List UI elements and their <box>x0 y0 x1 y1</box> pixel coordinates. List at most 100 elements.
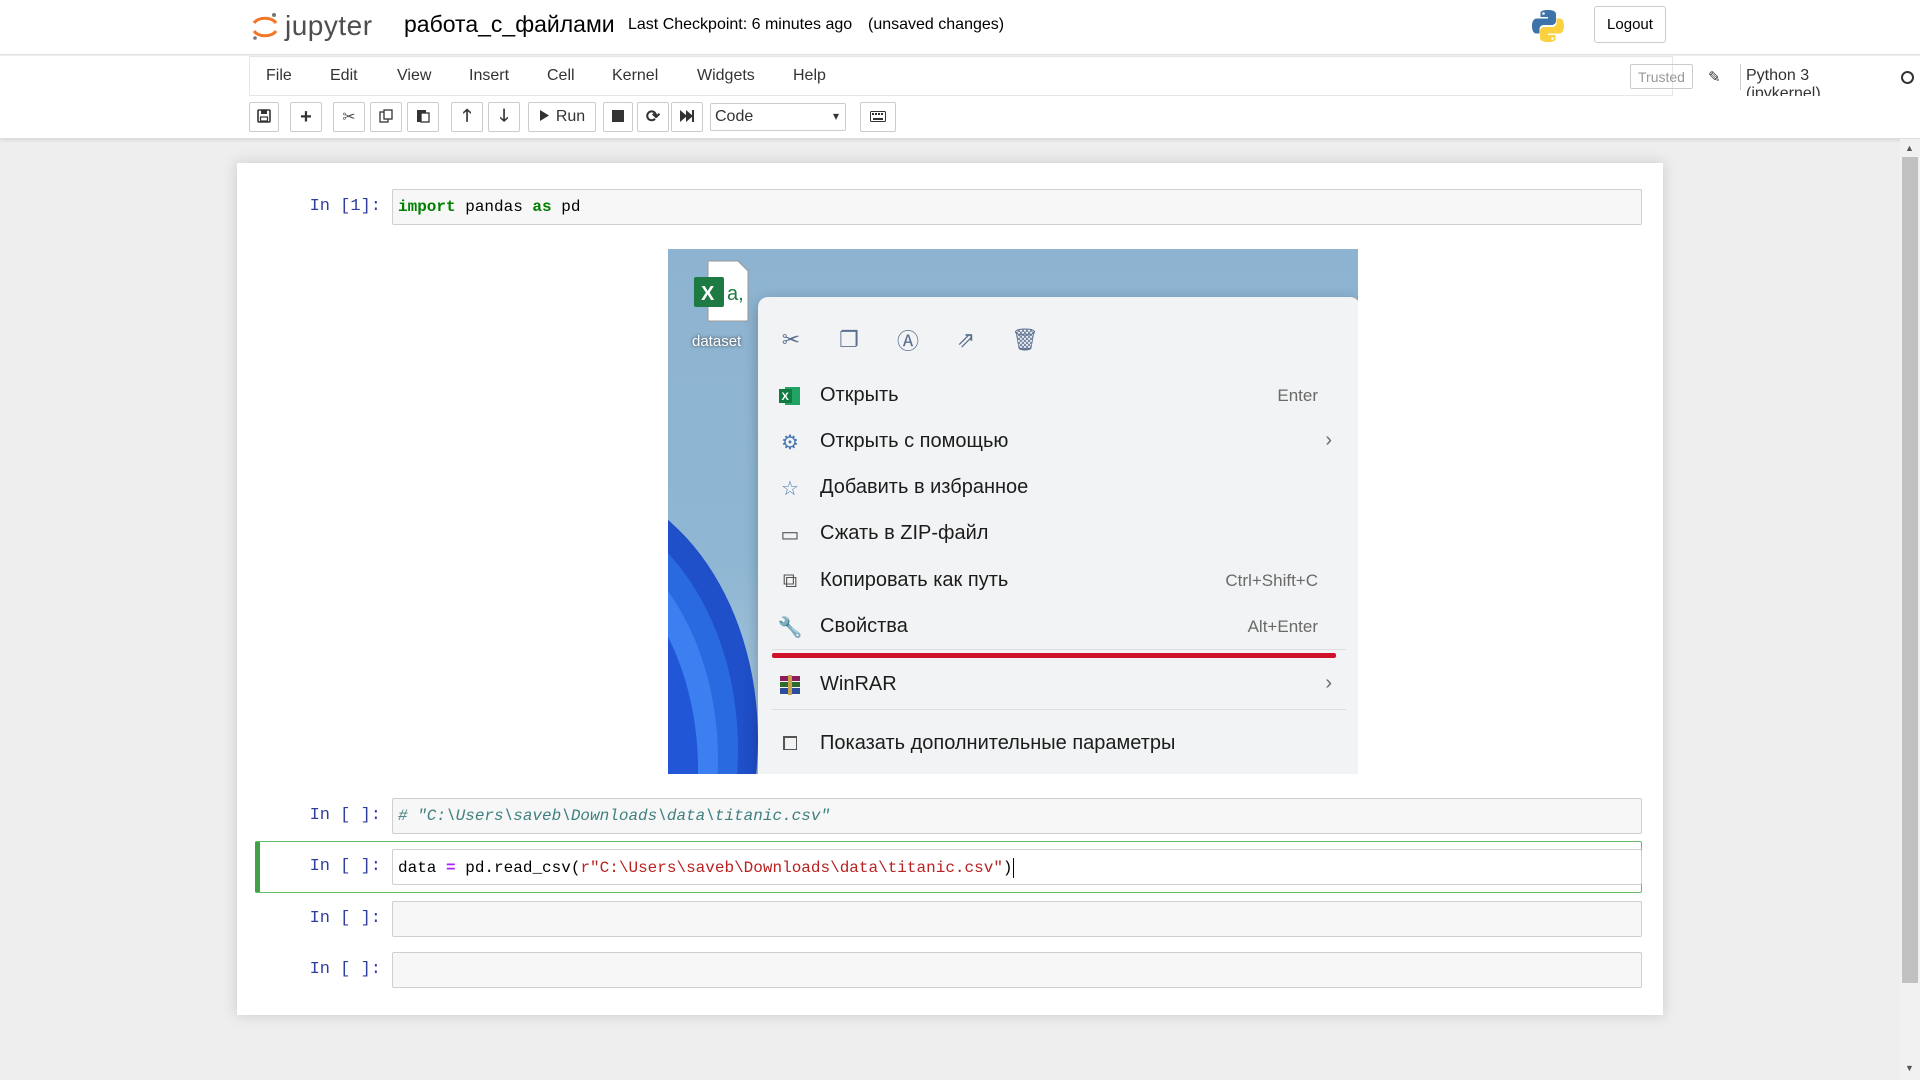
zip-icon: ▭ <box>780 523 800 546</box>
cut-icon: ✂ <box>342 109 356 126</box>
code-cell[interactable]: In [1]: import pandas as pd <box>257 189 1642 225</box>
svg-text:X: X <box>782 391 790 403</box>
context-menu-divider <box>772 709 1346 710</box>
menu-help[interactable]: Help <box>793 67 826 85</box>
restart-run-all-button[interactable] <box>671 102 703 132</box>
code-keyword: as <box>532 198 552 216</box>
menu-cell[interactable]: Cell <box>547 67 575 85</box>
context-menu-label: Копировать как путь <box>820 569 1009 591</box>
logout-button[interactable]: Logout <box>1594 6 1666 43</box>
cut-button[interactable]: ✂ <box>333 102 365 132</box>
context-menu-quick-actions: ✂ ❐ Ⓐ ⇗ 🗑 <box>758 325 1358 365</box>
svg-text:a,: a, <box>727 283 744 305</box>
cell-prompt: In [ ]: <box>309 857 381 876</box>
star-icon: ☆ <box>781 477 799 500</box>
code-input[interactable]: import pandas as pd <box>392 189 1642 225</box>
cell-prompt: In [1]: <box>309 197 381 216</box>
menu-widgets[interactable]: Widgets <box>697 67 755 85</box>
copy-path-icon: ⧉ <box>782 569 798 592</box>
play-icon <box>539 109 550 125</box>
open-with-icon: ⚙ <box>781 431 799 454</box>
trusted-badge[interactable]: Trusted <box>1630 64 1693 89</box>
copy-button[interactable] <box>370 102 402 132</box>
context-menu-label: Показать дополнительные параметры <box>820 732 1176 754</box>
code-cell-selected[interactable]: In [ ]: data = pd.read_csv(r"C:\Users\sa… <box>257 849 1642 885</box>
context-menu-label: Свойства <box>820 615 908 637</box>
python-logo-icon <box>1530 8 1566 44</box>
code-input[interactable] <box>392 901 1642 937</box>
kernel-separator <box>1740 64 1741 90</box>
arrow-down-icon: 🡓 <box>499 105 509 125</box>
run-button[interactable]: Run <box>528 102 596 132</box>
move-down-button[interactable]: 🡓 <box>488 102 520 132</box>
scroll-down-arrow-icon[interactable]: ▼ <box>1905 1063 1914 1073</box>
context-menu-label: WinRAR <box>820 673 897 695</box>
fast-forward-icon <box>680 109 694 125</box>
excel-icon: X <box>778 384 802 408</box>
copy-icon <box>379 108 393 126</box>
page-scrollbar[interactable]: ▲ ▼ <box>1900 139 1920 1080</box>
copy-icon: ❐ <box>839 327 859 352</box>
menubar: File Edit View Insert Cell Kernel Widget… <box>0 56 1920 102</box>
cut-icon: ✂ <box>781 327 801 352</box>
menu-insert[interactable]: Insert <box>469 67 509 85</box>
context-menu: ✂ ❐ Ⓐ ⇗ 🗑 X Открыть Enter ⚙ Открыть с по… <box>758 297 1358 774</box>
scroll-up-arrow-icon[interactable]: ▲ <box>1905 143 1914 153</box>
save-button[interactable] <box>249 102 279 132</box>
text-cursor <box>1012 858 1014 878</box>
notebook-container: In [1]: import pandas as pd X a, dataset… <box>237 163 1663 1015</box>
context-menu-item-open-with: ⚙ Открыть с помощью › <box>758 421 1358 461</box>
code-cell[interactable]: In [ ]: # "C:\Users\saveb\Downloads\data… <box>257 798 1642 834</box>
insert-cell-button[interactable]: + <box>290 102 322 132</box>
restart-icon: ⟳ <box>645 107 661 126</box>
rename-icon: Ⓐ <box>896 329 919 354</box>
context-menu-item-more-options: ⧠ Показать дополнительные параметры <box>758 723 1358 763</box>
menu-file[interactable]: File <box>266 67 292 85</box>
cell-type-value: Code <box>715 108 754 125</box>
embedded-context-menu-image: X a, dataset ✂ ❐ Ⓐ ⇗ 🗑 X Открыть Enter ⚙ <box>668 249 1358 774</box>
context-menu-shortcut: Alt+Enter <box>1247 617 1318 636</box>
scrollbar-thumb[interactable] <box>1902 157 1918 983</box>
code-cell[interactable]: In [ ]: <box>257 901 1642 937</box>
context-menu-label: Добавить в избранное <box>820 476 1029 498</box>
restart-button[interactable]: ⟳ <box>637 102 669 132</box>
paste-icon <box>416 108 430 126</box>
cell-prompt: In [ ]: <box>309 806 381 825</box>
code-string: r"C:\Users\saveb\Downloads\data\titanic.… <box>580 859 1003 878</box>
move-up-button[interactable]: 🡑 <box>451 102 483 132</box>
keyboard-icon <box>870 109 886 125</box>
file-label: dataset <box>692 333 742 350</box>
stop-icon <box>612 109 624 125</box>
context-menu-item-properties: 🔧 Свойства Alt+Enter <box>758 606 1358 646</box>
command-palette-button[interactable] <box>860 102 896 132</box>
cell-type-select[interactable]: Code ▾ <box>710 103 846 131</box>
context-menu-label: Открыть с помощью <box>820 430 1009 452</box>
context-menu-label: Открыть <box>820 384 899 406</box>
menubar-inner: File Edit View Insert Cell Kernel Widget… <box>249 56 1914 102</box>
context-menu-label: Сжать в ZIP-файл <box>820 522 989 544</box>
code-cell[interactable]: In [ ]: <box>257 952 1642 988</box>
menu-kernel[interactable]: Kernel <box>612 67 658 85</box>
notebook-header: jupyter работа_с_файлами Last Checkpoint… <box>0 0 1920 55</box>
code-operator: = <box>446 859 456 878</box>
kernel-idle-indicator-icon <box>1901 71 1914 84</box>
context-menu-item-winrar: WinRAR › <box>758 664 1358 704</box>
winrar-icon <box>778 673 802 697</box>
paste-button[interactable] <box>407 102 439 132</box>
highlight-underline <box>772 653 1336 658</box>
jupyter-logo-icon <box>250 11 280 41</box>
code-input[interactable] <box>392 952 1642 988</box>
interrupt-button[interactable] <box>603 102 633 132</box>
menu-edit[interactable]: Edit <box>330 67 358 85</box>
plus-icon: + <box>300 105 312 128</box>
menu-view[interactable]: View <box>397 67 431 85</box>
code-input[interactable]: data = pd.read_csv(r"C:\Users\saveb\Down… <box>392 849 1642 885</box>
delete-icon: 🗑 <box>1011 327 1039 352</box>
run-button-label: Run <box>555 108 586 125</box>
chevron-down-icon: ▾ <box>832 109 839 123</box>
context-menu-shortcut: Enter <box>1277 386 1318 405</box>
code-input[interactable]: # "C:\Users\saveb\Downloads\data\titanic… <box>392 798 1642 834</box>
jupyter-logo[interactable]: jupyter <box>250 8 373 44</box>
notebook-name[interactable]: работа_с_файлами <box>404 11 615 38</box>
context-menu-item-zip: ▭ Сжать в ZIP-файл <box>758 513 1358 553</box>
